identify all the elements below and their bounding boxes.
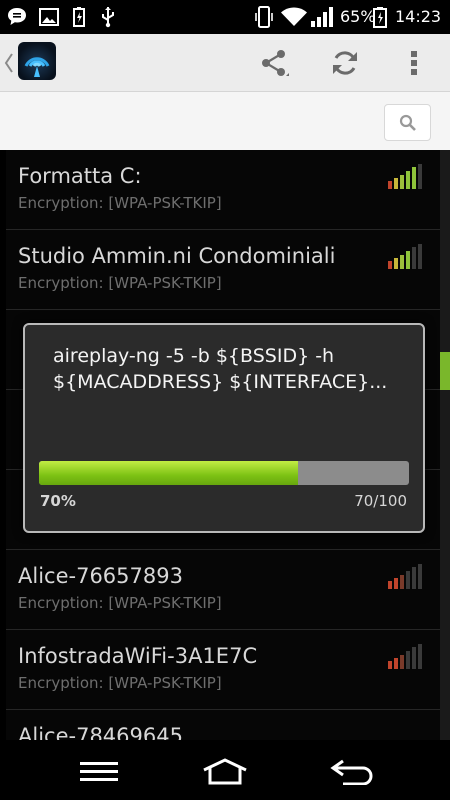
search-icon: [399, 114, 416, 131]
share-icon: [262, 50, 289, 76]
battery-charging-icon: [73, 7, 85, 27]
progress-count: 70/100: [354, 492, 407, 510]
back-button[interactable]: [322, 752, 382, 790]
network-name: Alice-76657893: [18, 564, 183, 588]
wifi-signal-icon: [388, 164, 422, 189]
battery-percent: 65%: [340, 7, 376, 26]
selection-indicator: [440, 352, 450, 390]
dialog-message: aireplay-ng -5 -b ${BSSID} -h ${MACADDRE…: [53, 345, 388, 393]
home-button[interactable]: [195, 752, 255, 790]
refresh-button[interactable]: [325, 44, 365, 82]
network-item[interactable]: InfostradaWiFi-3A1E7C Encryption: [WPA-P…: [6, 630, 440, 710]
battery-icon: [373, 7, 387, 28]
network-item[interactable]: Formatta C: Encryption: [WPA-PSK-TKIP]: [6, 150, 440, 230]
status-time: 14:23: [395, 7, 442, 26]
refresh-icon: [333, 51, 357, 75]
network-encryption: Encryption: [WPA-PSK-TKIP]: [18, 674, 222, 692]
overflow-menu-button[interactable]: [394, 44, 434, 82]
progress-dialog: aireplay-ng -5 -b ${BSSID} -h ${MACADDRE…: [23, 323, 425, 533]
action-bar: [0, 34, 450, 92]
network-name: Studio Ammin.ni Condominiali: [18, 244, 336, 268]
chat-bubble-icon: [8, 8, 26, 25]
wifi-signal-icon: [388, 644, 422, 669]
network-name: Alice-78469645: [18, 724, 183, 740]
phone-vibrate-icon: [255, 6, 273, 28]
network-item[interactable]: Alice-76657893 Encryption: [WPA-PSK-TKIP…: [6, 550, 440, 630]
wifi-icon: [281, 7, 307, 26]
menu-button[interactable]: [69, 752, 129, 790]
progress-fill: [39, 461, 298, 485]
back-icon: [330, 759, 373, 785]
status-bar: 65% 14:23: [0, 0, 450, 34]
navigation-bar: [0, 740, 450, 800]
usb-icon: [102, 7, 114, 28]
share-button[interactable]: [254, 44, 294, 82]
search-area: [0, 92, 450, 150]
network-item[interactable]: Alice-78469645: [6, 710, 440, 740]
image-icon: [39, 8, 59, 26]
network-encryption: Encryption: [WPA-PSK-TKIP]: [18, 274, 222, 292]
overflow-menu-icon: [411, 51, 417, 75]
progress-bar: [39, 461, 409, 485]
progress-percent: 70%: [40, 492, 76, 510]
home-icon: [203, 758, 247, 785]
list-edge: [440, 150, 450, 740]
network-encryption: Encryption: [WPA-PSK-TKIP]: [18, 194, 222, 212]
search-button[interactable]: [384, 104, 431, 141]
wifi-signal-icon: [388, 244, 422, 269]
cell-signal-icon: [311, 7, 333, 27]
network-name: Formatta C:: [18, 164, 142, 188]
app-logo-icon[interactable]: [18, 42, 56, 80]
network-name: InfostradaWiFi-3A1E7C: [18, 644, 258, 668]
wifi-signal-icon: [388, 564, 422, 589]
menu-icon: [80, 762, 118, 781]
back-chevron-icon[interactable]: [3, 50, 15, 76]
network-encryption: Encryption: [WPA-PSK-TKIP]: [18, 594, 222, 612]
network-item[interactable]: Studio Ammin.ni Condominiali Encryption:…: [6, 230, 440, 310]
